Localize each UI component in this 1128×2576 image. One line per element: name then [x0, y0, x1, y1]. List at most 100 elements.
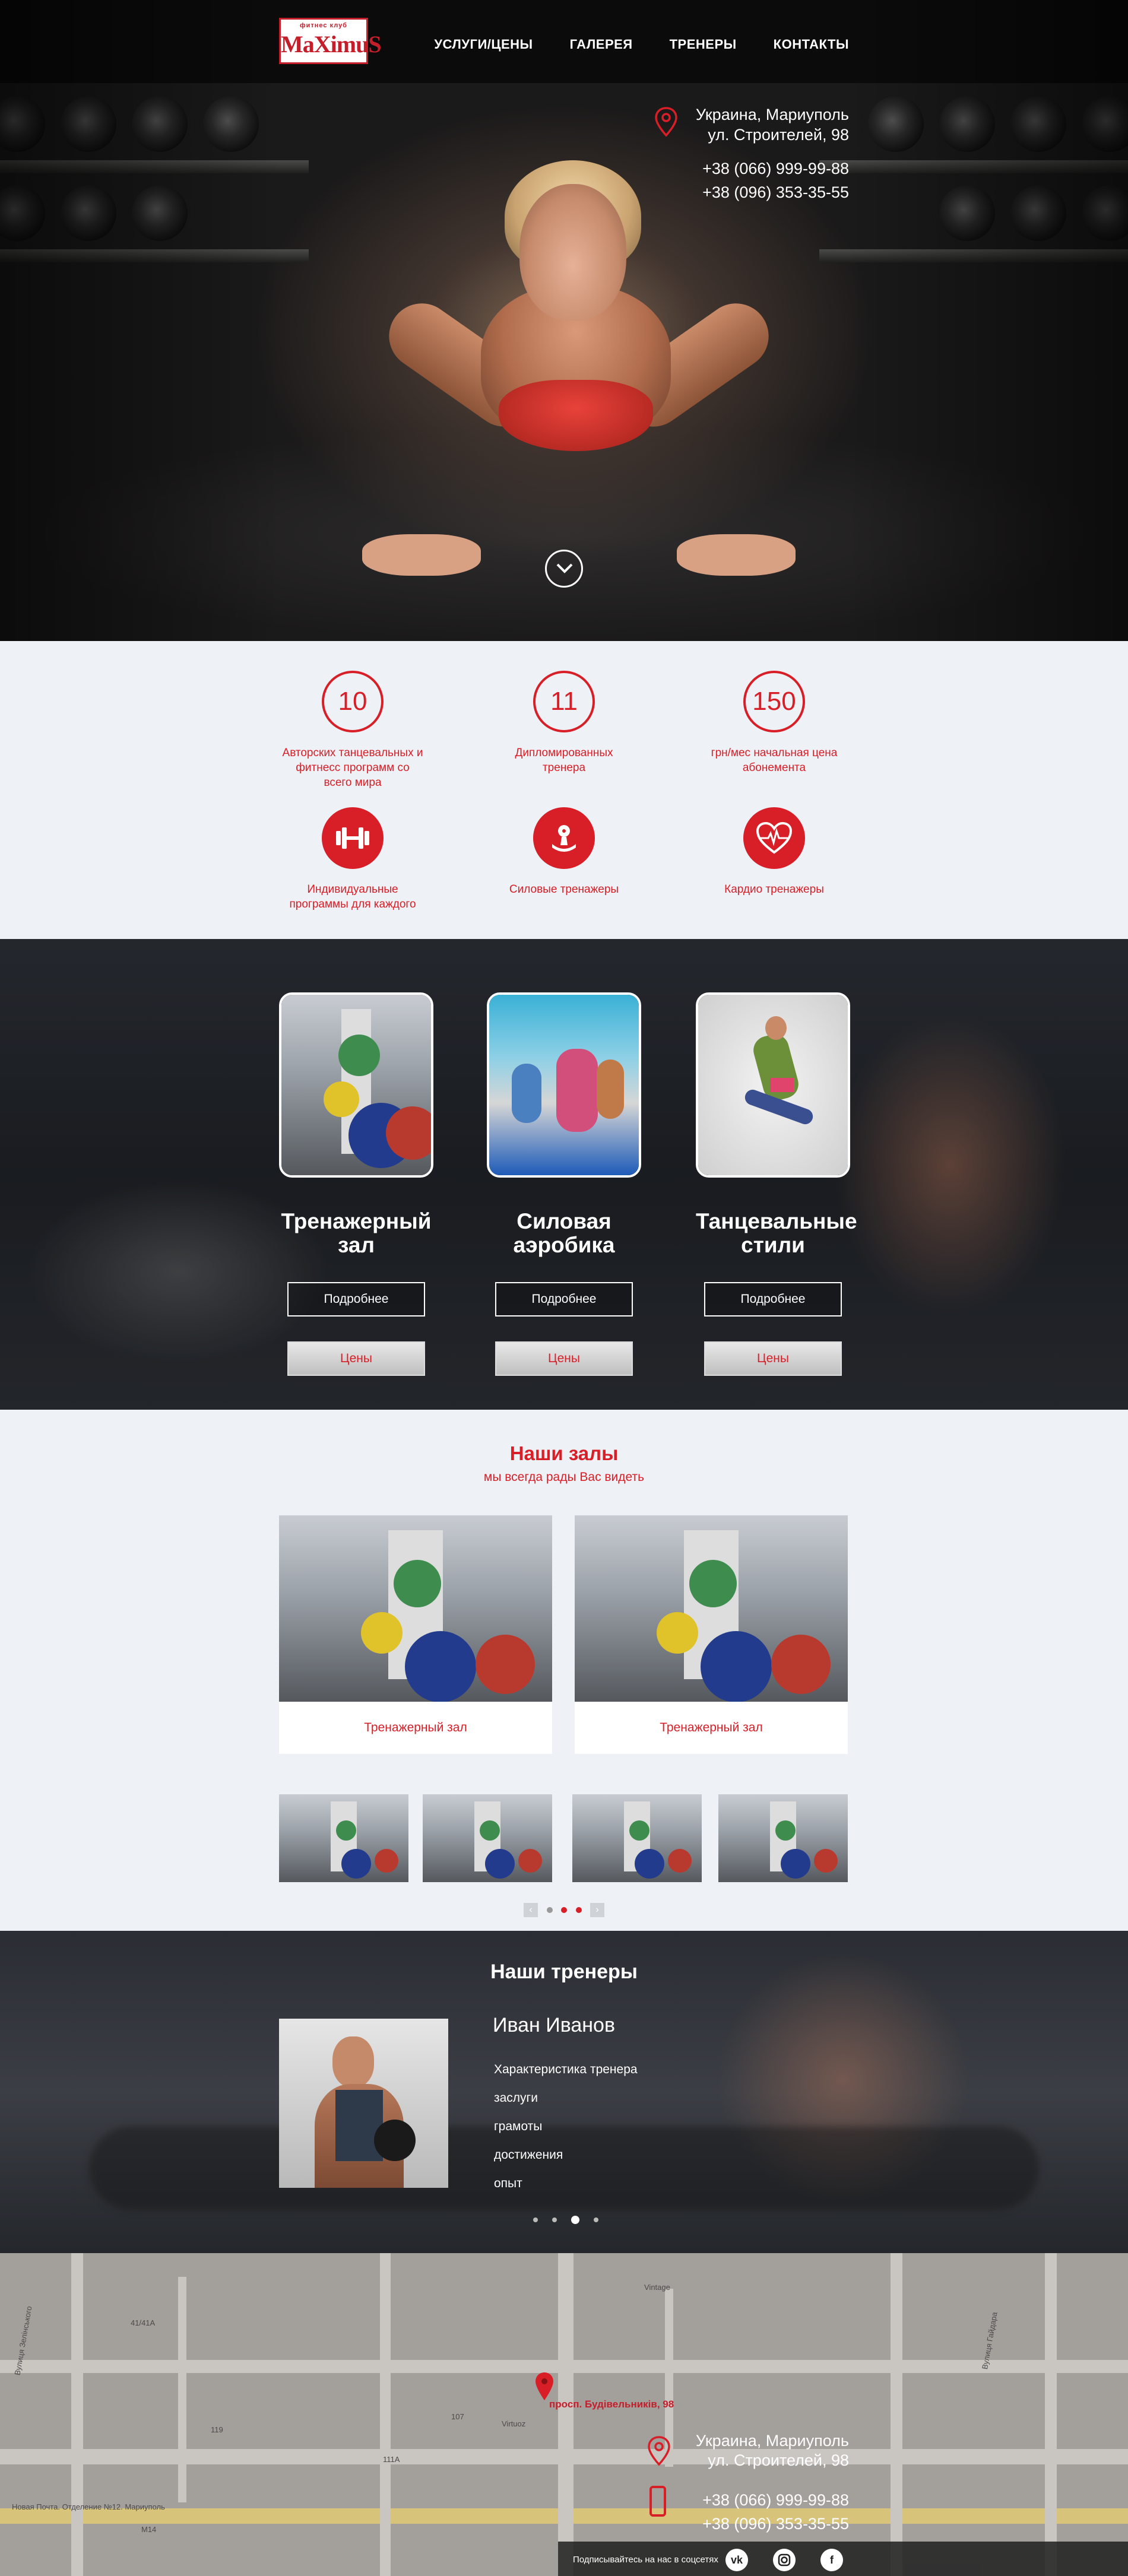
service-price-button[interactable]: Цены: [287, 1341, 425, 1376]
carousel-dot[interactable]: [594, 2217, 598, 2222]
map-section[interactable]: Новая Почта. Отделение №12. Мариуполь Vi…: [0, 2253, 1128, 2576]
trainer-name: Иван Иванов: [493, 2014, 616, 2036]
feature-strength: Силовые тренажеры: [493, 807, 635, 897]
trainer-info-list: Характеристика тренера заслуги грамоты д…: [494, 2055, 638, 2198]
feature-text: Авторских танцевальных и фитнесс програм…: [282, 747, 423, 789]
footer-social-bar: Подписывайтесь на нас в соцсетях vk f: [558, 2542, 1128, 2576]
footer-subscribe-text: Подписывайтесь на нас в соцсетях: [573, 2555, 718, 2565]
chevron-right-icon[interactable]: ›: [590, 1903, 604, 1917]
service-card-gym: Тренажерный зал Подробнее Цены: [279, 992, 433, 1376]
service-price-button[interactable]: Цены: [495, 1341, 633, 1376]
halls-subtitle: мы всегда рады Вас видеть: [483, 1470, 645, 1484]
dance-photo[interactable]: [696, 992, 850, 1178]
logo-subtitle: фитнес клуб: [300, 22, 347, 29]
map-marker-icon[interactable]: [534, 2372, 555, 2401]
carousel-dot-active[interactable]: [575, 1907, 582, 1913]
trainer-info-item: заслуги: [494, 2091, 538, 2105]
gallery-thumbnail[interactable]: [423, 1794, 552, 1882]
feature-cardio: Кардио тренажеры: [703, 807, 845, 897]
feature-text: Кардио тренажеры: [724, 883, 824, 896]
location-pin-icon: [655, 107, 677, 137]
service-price-button[interactable]: Цены: [704, 1341, 842, 1376]
service-card-aerobics: Силовая аэробика Подробнее Цены: [487, 992, 641, 1376]
aerobics-photo[interactable]: [487, 992, 641, 1178]
services-section: Тренажерный зал Подробнее Цены Силовая а…: [0, 939, 1128, 1410]
map-label-41-41a: 41/41A: [131, 2318, 156, 2327]
service-more-button[interactable]: Подробнее: [495, 1282, 633, 1316]
service-more-button[interactable]: Подробнее: [287, 1282, 425, 1316]
feature-text: Индивидуальные программы для каждого: [289, 883, 416, 911]
features-section: 10 Авторских танцевальных и фитнесс прог…: [0, 641, 1128, 939]
gallery-carousel-controls: ‹ ›: [524, 1902, 604, 1918]
nav-contacts[interactable]: КОНТАКТЫ: [774, 37, 849, 52]
gallery-thumbnail[interactable]: [718, 1794, 848, 1882]
trainer-info-item: грамоты: [494, 2120, 543, 2133]
hall-card[interactable]: Тренажерный зал: [575, 1515, 848, 1754]
location-pin-icon: [648, 2436, 670, 2466]
feature-programs: 10 Авторских танцевальных и фитнесс прог…: [281, 671, 424, 790]
hero-phone-1[interactable]: +38 (066) 999-99-88: [696, 157, 849, 180]
phone-icon: [649, 2486, 666, 2517]
map-label-vintage: Vintage: [644, 2283, 670, 2292]
feature-value: 11: [533, 671, 595, 732]
scroll-down-button[interactable]: [545, 550, 583, 588]
carousel-dot[interactable]: [552, 2217, 557, 2222]
strength-icon: [533, 807, 595, 869]
map-marker-label: просп. Будівельників, 98: [549, 2399, 674, 2410]
map-label-107: 107: [451, 2412, 464, 2421]
nav-services-prices[interactable]: УСЛУГИ/ЦЕНЫ: [434, 37, 533, 52]
trainers-section: Наши тренеры Иван Иванов Характеристика …: [0, 1931, 1128, 2253]
nav-gallery[interactable]: ГАЛЕРЕЯ: [570, 37, 633, 52]
feature-text: Дипломированных тренера: [515, 747, 613, 774]
nav-trainers[interactable]: ТРЕНЕРЫ: [670, 37, 737, 52]
service-title: Силовая аэробика: [513, 1209, 615, 1257]
trainer-info-item: достижения: [494, 2148, 563, 2162]
service-more-button[interactable]: Подробнее: [704, 1282, 842, 1316]
feature-individual: Индивидуальные программы для каждого: [281, 807, 424, 912]
hero-phone-2[interactable]: +38 (096) 353-35-55: [696, 180, 849, 204]
feature-text: грн/мес начальная цена абонемента: [711, 747, 838, 774]
carousel-dot-active[interactable]: [571, 2216, 579, 2224]
feature-text: Силовые тренажеры: [509, 883, 619, 896]
vk-icon[interactable]: vk: [725, 2549, 748, 2571]
feature-trainers: 11 Дипломированных тренера: [493, 671, 635, 775]
halls-title: Наши залы: [509, 1442, 619, 1464]
map-address-line2: ул. Строителей, 98: [708, 2451, 849, 2469]
map-label-virtuoz: Virtuoz: [502, 2419, 526, 2428]
carousel-dot[interactable]: [533, 2217, 538, 2222]
trainer-info-item: Характеристика тренера: [494, 2063, 638, 2076]
instagram-icon[interactable]: [773, 2549, 796, 2571]
feature-value: 150: [743, 671, 805, 732]
service-title: Танцевальные стили: [696, 1209, 857, 1257]
main-nav: УСЛУГИ/ЦЕНЫ ГАЛЕРЕЯ ТРЕНЕРЫ КОНТАКТЫ: [397, 37, 849, 52]
map-contact-block: Украина, Мариуполь ул. Строителей, 98 +3…: [696, 2431, 849, 2536]
trainer-photo: [279, 2019, 448, 2188]
carousel-dot-active[interactable]: [561, 1907, 567, 1913]
map-phone-2[interactable]: +38 (096) 353-35-55: [696, 2512, 849, 2536]
hero-address-line2: ул. Строителей, 98: [708, 126, 849, 144]
map-phone-1[interactable]: +38 (066) 999-99-88: [696, 2488, 849, 2512]
map-label-111a: 111A: [383, 2455, 400, 2464]
gallery-thumbnail[interactable]: [572, 1794, 702, 1882]
hall-caption: Тренажерный зал: [660, 1721, 763, 1734]
gym-photo[interactable]: [279, 992, 433, 1178]
carousel-dot[interactable]: [546, 1907, 553, 1913]
logo-title: MaXimuS: [281, 31, 382, 58]
map-label-nova-poshta: Новая Почта. Отделение №12. Мариуполь: [12, 2502, 165, 2511]
chevron-down-icon: [556, 563, 573, 573]
map-address-line1: Украина, Мариуполь: [695, 2432, 849, 2450]
gallery-thumbnail[interactable]: [279, 1794, 408, 1882]
feature-price: 150 грн/мес начальная цена абонемента: [703, 671, 845, 775]
feature-value: 10: [322, 671, 384, 732]
hero-section: фитнес клуб MaXimuS УСЛУГИ/ЦЕНЫ ГАЛЕРЕЯ …: [0, 0, 1128, 641]
trainers-carousel-dots: [533, 2216, 598, 2224]
facebook-icon[interactable]: f: [820, 2549, 843, 2571]
halls-section: Наши залы мы всегда рады Вас видеть Трен…: [0, 1410, 1128, 1931]
hall-card[interactable]: Тренажерный зал: [279, 1515, 552, 1754]
chevron-left-icon[interactable]: ‹: [524, 1903, 538, 1917]
heart-icon: [743, 807, 805, 869]
logo[interactable]: фитнес клуб MaXimuS: [279, 18, 382, 64]
map-label-m14: M14: [141, 2525, 157, 2534]
trainers-title: Наши тренеры: [490, 1960, 638, 1983]
hero-address-line1: Украина, Мариуполь: [695, 106, 849, 123]
